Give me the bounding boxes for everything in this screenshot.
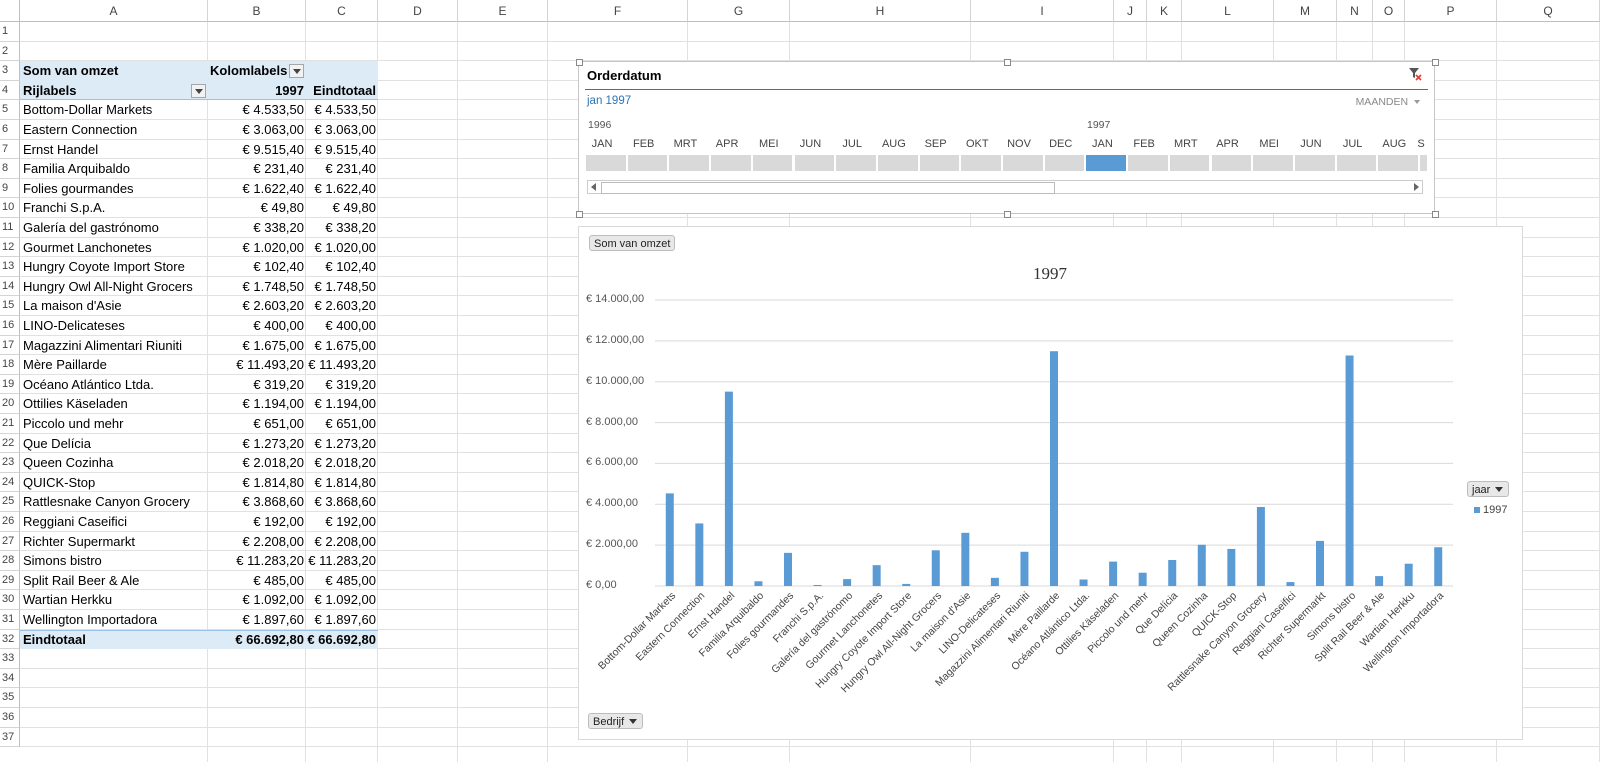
chart-bar bbox=[1020, 551, 1029, 586]
y-tick-label: € 0,00 bbox=[586, 579, 617, 591]
chart-bar bbox=[1079, 579, 1088, 586]
y-tick-label: € 4.000,00 bbox=[586, 497, 638, 510]
y-tick-label: € 12.000,00 bbox=[586, 333, 645, 346]
axis-field-label: Bedrijf bbox=[593, 716, 625, 728]
axis-field-button[interactable]: Bedrijf bbox=[588, 713, 644, 729]
chart-bar bbox=[990, 577, 999, 586]
legend-field-label: jaar bbox=[1472, 484, 1491, 496]
chart-bar bbox=[1168, 559, 1177, 586]
chart-bar bbox=[872, 565, 881, 586]
chart-bar bbox=[902, 583, 911, 586]
chart-bar bbox=[931, 550, 940, 586]
chart-bar bbox=[724, 391, 733, 586]
chart-bar bbox=[1404, 563, 1413, 586]
chart-legend: 1997 bbox=[1474, 504, 1507, 516]
chart-bar bbox=[1256, 506, 1265, 586]
chart-bar bbox=[813, 584, 822, 586]
y-tick-label: € 2.000,00 bbox=[586, 538, 638, 551]
chart-bar bbox=[665, 493, 674, 586]
y-tick-label: € 6.000,00 bbox=[586, 456, 638, 469]
chart-bar bbox=[843, 579, 852, 586]
chart-bar bbox=[1345, 355, 1354, 586]
chart-bar bbox=[1197, 544, 1206, 586]
chart-bar bbox=[1375, 576, 1384, 586]
chart-bar bbox=[961, 532, 970, 586]
chart-bar bbox=[1050, 351, 1058, 586]
chart-bar bbox=[1316, 540, 1324, 586]
chart-bar bbox=[784, 552, 792, 586]
chevron-down-icon bbox=[1495, 487, 1504, 492]
chart-bar bbox=[1227, 548, 1236, 586]
chart-bar bbox=[695, 523, 704, 586]
chevron-down-icon bbox=[629, 719, 638, 724]
legend-swatch bbox=[1474, 507, 1480, 513]
legend-entry-label: 1997 bbox=[1483, 504, 1508, 516]
y-tick-label: € 10.000,00 bbox=[586, 374, 645, 387]
y-tick-label: € 8.000,00 bbox=[586, 415, 638, 428]
legend-field-button[interactable]: jaar bbox=[1467, 481, 1510, 497]
y-tick-label: € 14.000,00 bbox=[586, 293, 645, 305]
chart-bar bbox=[1434, 547, 1443, 586]
chart-bar bbox=[1109, 561, 1118, 586]
chart-bar bbox=[754, 581, 763, 586]
chart-bar bbox=[1138, 572, 1147, 586]
chart-bar bbox=[1286, 582, 1295, 586]
